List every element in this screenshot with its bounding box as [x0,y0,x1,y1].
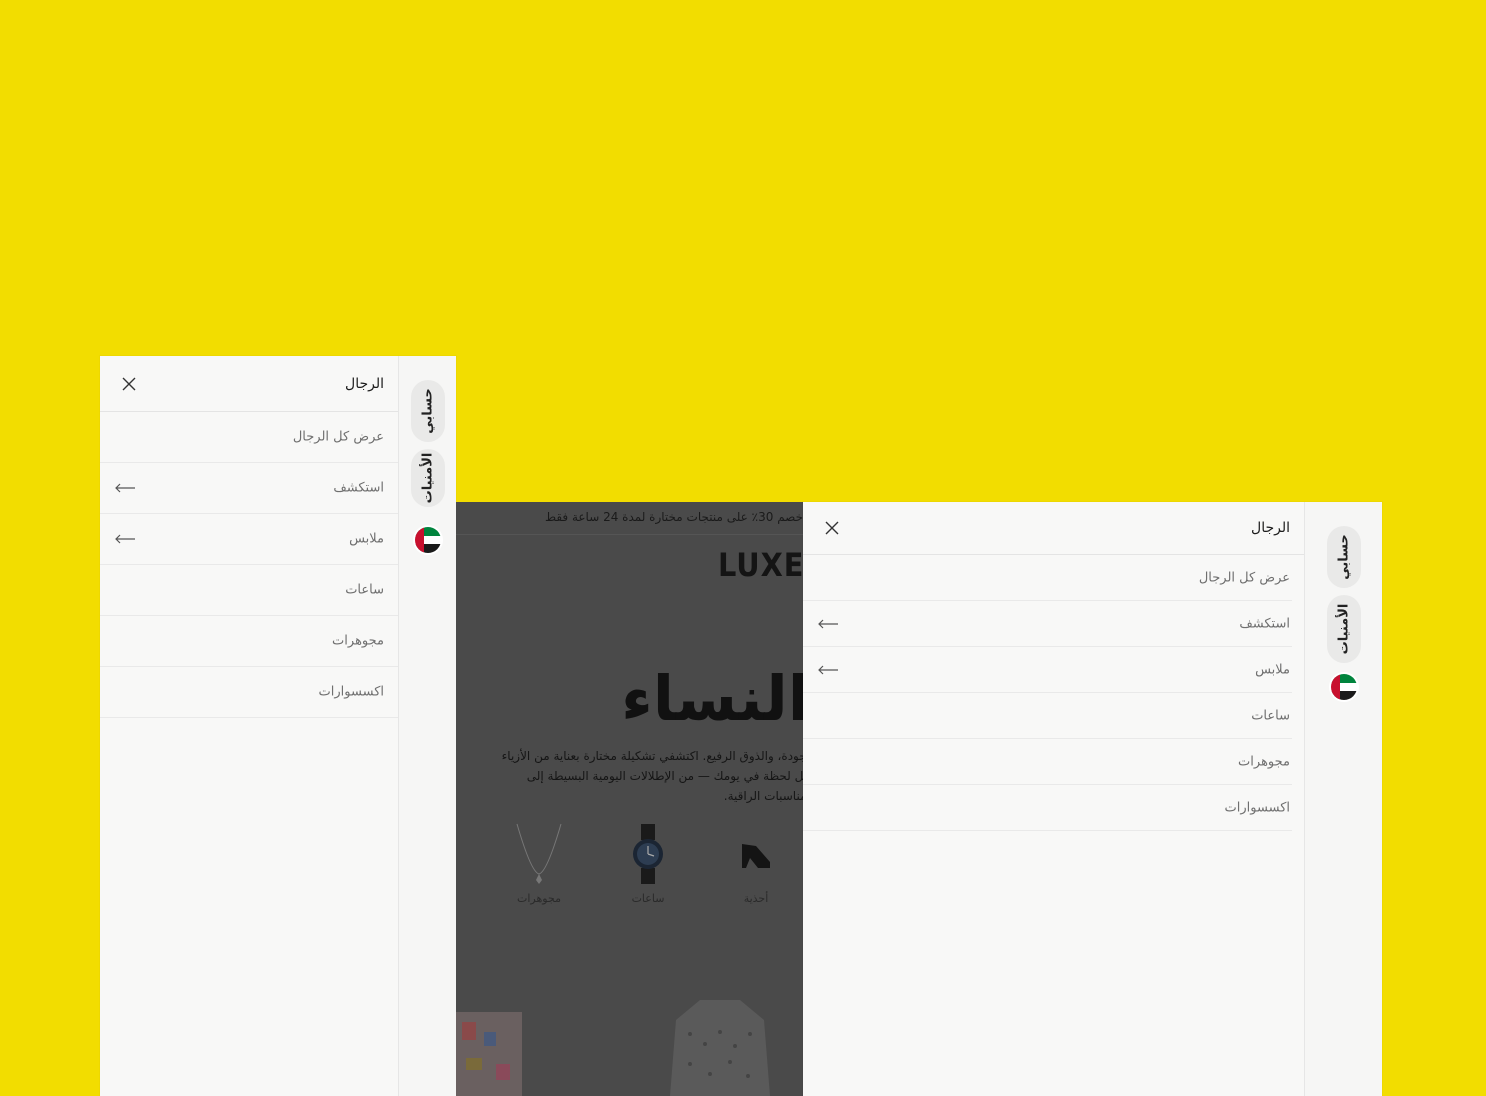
category-jewelry: مجوهرات [499,822,579,905]
menu-item-label: ملابس [349,531,384,547]
menu-item-label: عرض كل الرجال [1198,570,1290,585]
category-label: مجوهرات [517,892,561,905]
menu-item-jewelry[interactable]: مجوهرات [100,616,398,667]
menu-header: الرجال [100,356,398,412]
category-label: ساعات [631,892,665,905]
side-rail: حسابي الأمنيات [399,356,456,1096]
desktop-menu-drawer: الرجال عرض كل الرجال استكشف ملابس ساعات … [803,502,1382,1096]
uae-flag-icon[interactable] [1330,674,1357,700]
store-logo: LUXE [718,546,803,584]
category-label: أحذية [743,892,769,905]
shoe-icon [742,844,770,868]
background-page-overlay[interactable]: خصم 30٪ على منتجات مختارة لمدة 24 ساعة ف… [456,502,803,1096]
hero-title: النساء [621,662,803,735]
menu-item-accessories[interactable]: اكسسوارات [803,785,1292,831]
menu-item-label: ملابس [1255,662,1290,677]
arrow-left-icon [115,483,135,493]
menu-item-jewelry[interactable]: مجوهرات [803,739,1292,785]
menu-item-label: عرض كل الرجال [292,429,384,445]
menu-item-watches[interactable]: ساعات [100,565,398,616]
category-shoes: أحذية [716,822,796,905]
wishlist-button[interactable]: الأمنيات [410,449,445,507]
mobile-menu-drawer: الرجال عرض كل الرجال استكشف ملابس ساعات … [100,356,456,1096]
arrow-left-icon [115,534,135,544]
wishlist-label: الأمنيات [1336,603,1351,655]
product-image-print-dress [456,1012,522,1096]
menu-item-label: استكشف [1239,616,1290,631]
close-icon[interactable] [122,377,136,391]
menu-item-label: ساعات [345,582,384,598]
menu-item-label: ساعات [1251,708,1290,723]
wishlist-label: الأمنيات [420,452,435,504]
menu-panel: الرجال عرض كل الرجال استكشف ملابس ساعات … [100,356,399,1096]
arrow-left-icon [818,665,838,674]
menu-item-explore[interactable]: استكشف [803,601,1292,647]
promo-text: خصم 30٪ على منتجات مختارة لمدة 24 ساعة ف… [544,510,803,524]
menu-title: الرجال [1251,520,1290,536]
hero-description: الجودة، والذوق الرفيع. اكتشفي تشكيلة مخت… [501,749,803,803]
menu-item-view-all[interactable]: عرض كل الرجال [100,412,398,463]
menu-title: الرجال [345,375,384,392]
product-image-dotted-shirt [670,1000,770,1096]
account-label: حسابي [420,388,435,434]
menu-item-explore[interactable]: استكشف [100,463,398,514]
category-watches: ساعات [608,822,688,905]
menu-item-clothing[interactable]: ملابس [100,514,398,565]
side-rail: حسابي الأمنيات [1305,502,1382,1096]
menu-panel: الرجال عرض كل الرجال استكشف ملابس ساعات … [803,502,1305,1096]
wishlist-button[interactable]: الأمنيات [1326,595,1361,663]
arrow-left-icon [818,619,838,628]
menu-item-label: مجوهرات [332,633,384,649]
menu-header: الرجال [803,502,1304,555]
watch-icon [633,824,663,884]
account-label: حسابي [1336,534,1351,580]
close-icon[interactable] [825,521,839,535]
menu-item-view-all[interactable]: عرض كل الرجال [803,555,1292,601]
menu-list: عرض كل الرجال استكشف ملابس ساعات مجوهرات… [803,555,1304,831]
menu-item-label: مجوهرات [1238,754,1290,769]
menu-item-label: اكسسوارات [1224,800,1290,815]
uae-flag-icon[interactable] [414,527,441,553]
menu-item-watches[interactable]: ساعات [803,693,1292,739]
account-button[interactable]: حسابي [410,380,445,442]
menu-item-label: اكسسوارات [318,684,384,700]
account-button[interactable]: حسابي [1326,526,1361,588]
menu-item-accessories[interactable]: اكسسوارات [100,667,398,718]
menu-item-label: استكشف [333,480,384,496]
menu-list: عرض كل الرجال استكشف ملابس ساعات مجوهرات… [100,412,398,718]
menu-item-clothing[interactable]: ملابس [803,647,1292,693]
promo-banner: خصم 30٪ على منتجات مختارة لمدة 24 ساعة ف… [456,502,803,535]
necklace-icon [516,823,562,884]
